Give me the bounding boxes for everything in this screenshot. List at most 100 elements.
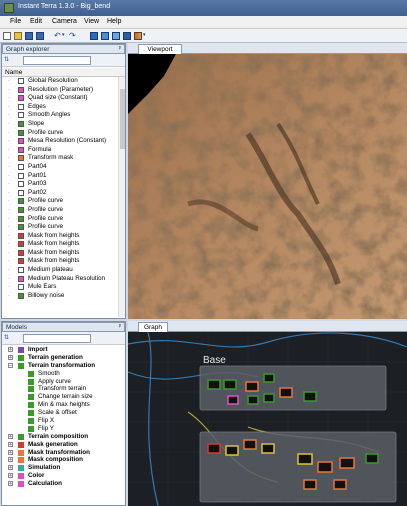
models-item[interactable]: Transform terrain (2, 385, 121, 393)
graph-explorer-item[interactable]: · Part01 (2, 172, 118, 181)
models-category[interactable]: − Terrain transformation (2, 362, 121, 370)
pin-icon[interactable]: ᵖ (119, 45, 121, 54)
models-category[interactable]: + Mask generation (2, 441, 121, 449)
graph-explorer-item[interactable]: · Global Resolution (2, 77, 118, 86)
redo-icon[interactable]: ↷ (69, 31, 76, 40)
undo-icon[interactable]: ↶ (54, 31, 61, 40)
graph-panel: Graph Base (128, 321, 407, 506)
model-color-swatch (28, 418, 34, 425)
graph-explorer-item[interactable]: · Profile curve (2, 206, 118, 215)
graph-explorer-item[interactable]: · Quad size (Constant) (2, 94, 118, 103)
graph-explorer-item[interactable]: · Transform mask (2, 154, 118, 163)
models-item[interactable]: Smooth (2, 370, 121, 378)
graph-explorer-item[interactable]: · Mesa Resolution (Constant) (2, 137, 118, 146)
models-item[interactable]: Flip X (2, 417, 121, 425)
sort-icon[interactable]: ⇅ (4, 334, 9, 341)
graph-explorer-item[interactable]: · Mask from heights (2, 257, 118, 266)
models-category[interactable]: + Mask transformation (2, 449, 121, 457)
graph-explorer-item[interactable]: · Profile curve (2, 223, 118, 232)
graph-explorer-item[interactable]: · Billowy noise (2, 292, 118, 301)
menu-file[interactable]: File (10, 18, 21, 25)
models-item[interactable]: Scale & offset (2, 409, 121, 417)
new-file-icon[interactable] (3, 32, 11, 40)
graph-explorer-item[interactable]: · Part02 (2, 189, 118, 198)
expand-toggle-icon[interactable]: + (8, 473, 13, 479)
graph-explorer-item[interactable]: · Edges (2, 103, 118, 112)
menu-camera[interactable]: Camera (52, 18, 77, 25)
models-category[interactable]: + Mask composition (2, 456, 121, 464)
expand-toggle-icon[interactable]: + (8, 449, 13, 455)
menu-help[interactable]: Help (107, 18, 121, 25)
node-color-swatch (18, 258, 24, 265)
graph-explorer-item[interactable]: · Slope (2, 120, 118, 129)
graph-explorer-scrollbar[interactable] (118, 77, 125, 317)
models-category[interactable]: + Simulation (2, 464, 121, 472)
models-header: Models ᵖ (2, 322, 125, 332)
graph-explorer-item-label: Formula (28, 145, 52, 153)
models-item[interactable]: Min & max heights (2, 401, 121, 409)
terrain-viewport-canvas[interactable] (128, 54, 407, 319)
graph-explorer-item-label: Quad size (Constant) (28, 94, 88, 102)
models-category[interactable]: + Calculation (2, 480, 121, 488)
render-icon[interactable] (123, 32, 131, 40)
view-front-icon[interactable] (101, 32, 109, 40)
graph-explorer-item[interactable]: · Mule Ears (2, 283, 118, 292)
graph-explorer-item-label: Profile curve (28, 223, 63, 231)
menu-view[interactable]: View (84, 18, 99, 25)
view-cube-icon[interactable] (90, 32, 98, 40)
models-item[interactable]: Apply curve (2, 378, 121, 386)
save-icon[interactable] (25, 32, 33, 40)
column-header-name[interactable]: Name (2, 68, 125, 77)
models-search-input[interactable] (23, 334, 91, 343)
models-category[interactable]: + Color (2, 472, 121, 480)
graph-explorer-item[interactable]: · Medium Plateau Resolution (2, 275, 118, 284)
graph-explorer-item[interactable]: · Medium plateau (2, 266, 118, 275)
scrollbar-thumb[interactable] (120, 89, 125, 149)
tree-dots: · (8, 172, 10, 179)
graph-explorer-item[interactable]: · Profile curve (2, 129, 118, 138)
models-item-label: Change terrain size (38, 393, 93, 401)
graph-explorer-item[interactable]: · Profile curve (2, 215, 118, 224)
models-category[interactable]: + Import (2, 346, 121, 354)
expand-toggle-icon[interactable]: + (8, 433, 13, 439)
expand-toggle-icon[interactable]: + (8, 347, 13, 353)
models-category[interactable]: + Terrain generation (2, 354, 121, 362)
expand-toggle-icon[interactable]: + (8, 354, 13, 360)
expand-toggle-icon[interactable]: + (8, 441, 13, 447)
node-graph-canvas[interactable]: Base (128, 332, 407, 506)
menu-edit[interactable]: Edit (30, 18, 42, 25)
model-color-swatch (28, 370, 34, 377)
graph-explorer-item[interactable]: · Smooth Angles (2, 111, 118, 120)
undo-dropdown-icon[interactable]: ▾ (62, 32, 65, 38)
tree-dots: · (8, 224, 10, 231)
graph-explorer-item-label: Billowy noise (28, 291, 65, 299)
tab-viewport[interactable]: Viewport (138, 44, 182, 54)
graph-explorer-item[interactable]: · Mask from heights (2, 240, 118, 249)
graph-explorer-item[interactable]: · Mask from heights (2, 249, 118, 258)
graph-explorer-item[interactable]: · Part03 (2, 180, 118, 189)
models-category[interactable]: + Terrain composition (2, 433, 121, 441)
tab-graph[interactable]: Graph (138, 322, 168, 332)
save-all-icon[interactable] (36, 32, 44, 40)
color-palette-icon[interactable] (134, 32, 142, 40)
graph-explorer-item[interactable]: · Profile curve (2, 197, 118, 206)
expand-toggle-icon[interactable]: + (8, 457, 13, 463)
expand-toggle-icon[interactable]: + (8, 465, 13, 471)
expand-toggle-icon[interactable]: − (8, 362, 13, 368)
graph-explorer-title: Graph explorer (6, 46, 50, 53)
models-item[interactable]: Flip Y (2, 425, 121, 433)
graph-explorer-item[interactable]: · Formula (2, 146, 118, 155)
expand-toggle-icon[interactable]: + (8, 481, 13, 487)
pin-icon[interactable]: ᵖ (119, 323, 121, 332)
graph-explorer-item[interactable]: · Part04 (2, 163, 118, 172)
graph-explorer-item[interactable]: · Resolution (Parameter) (2, 86, 118, 95)
sort-icon[interactable]: ⇅ (4, 56, 18, 65)
graph-explorer-search-input[interactable] (23, 56, 91, 65)
view-top-icon[interactable] (112, 32, 120, 40)
models-item[interactable]: Change terrain size (2, 393, 121, 401)
graph-explorer-item[interactable]: · Mask from heights (2, 232, 118, 241)
palette-dropdown-icon[interactable]: ▾ (143, 32, 146, 38)
tree-dots: · (8, 95, 10, 102)
open-folder-icon[interactable] (14, 32, 22, 40)
graph-explorer-item-label: Part03 (28, 180, 47, 188)
